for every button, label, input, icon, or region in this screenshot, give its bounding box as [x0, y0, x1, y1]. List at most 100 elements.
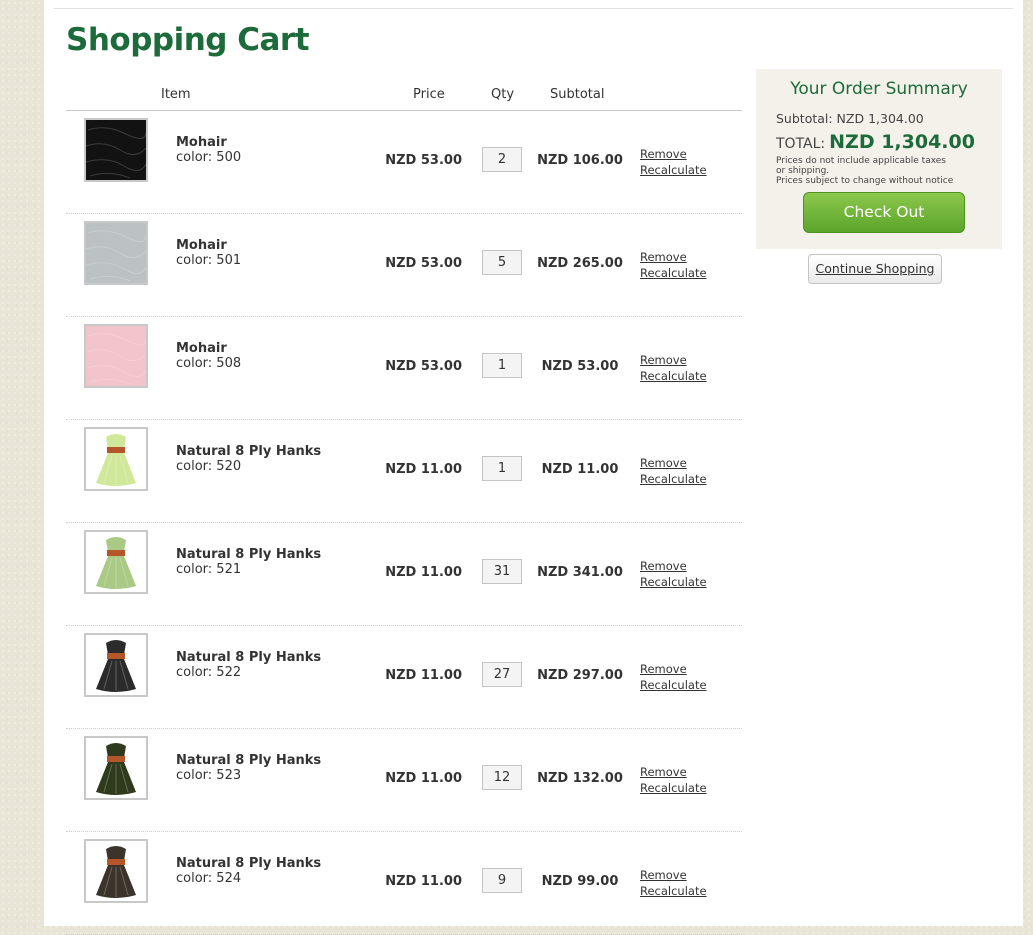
product-color: color: 521 — [176, 562, 242, 577]
product-thumbnail[interactable] — [84, 427, 148, 491]
product-thumbnail[interactable] — [84, 221, 148, 285]
product-color: color: 520 — [176, 459, 242, 474]
yarn-hank-image — [86, 429, 146, 489]
recalculate-link[interactable]: Recalculate — [640, 163, 707, 177]
cart-rows: Mohair color: 500 NZD 53.00 2 NZD 106.00… — [66, 111, 742, 935]
continue-shopping-button[interactable]: Continue Shopping — [808, 254, 942, 284]
quantity-input[interactable]: 31 — [482, 559, 522, 584]
quantity-input[interactable]: 1 — [482, 353, 522, 378]
recalculate-link[interactable]: Recalculate — [640, 472, 707, 486]
quantity-input[interactable]: 9 — [482, 868, 522, 893]
recalculate-link[interactable]: Recalculate — [640, 266, 707, 280]
product-name[interactable]: Natural 8 Ply Hanks — [176, 650, 321, 665]
product-price: NZD 11.00 — [385, 462, 462, 477]
cart-row: Natural 8 Ply Hanks color: 523 NZD 11.00… — [66, 729, 742, 832]
quantity-input[interactable]: 2 — [482, 147, 522, 172]
product-name[interactable]: Mohair — [176, 135, 227, 150]
cart-row: Natural 8 Ply Hanks color: 524 NZD 11.00… — [66, 832, 742, 935]
recalculate-link[interactable]: Recalculate — [640, 678, 707, 692]
product-name[interactable]: Mohair — [176, 341, 227, 356]
yarn-hank-image — [86, 532, 146, 592]
recalculate-link[interactable]: Recalculate — [640, 575, 707, 589]
row-subtotal: NZD 265.00 — [537, 256, 623, 271]
recalculate-link[interactable]: Recalculate — [640, 781, 707, 795]
remove-link[interactable]: Remove — [640, 868, 687, 882]
header-item: Item — [161, 87, 191, 102]
remove-link[interactable]: Remove — [640, 250, 687, 264]
quantity-input[interactable]: 5 — [482, 250, 522, 275]
product-price: NZD 11.00 — [385, 668, 462, 683]
row-subtotal: NZD 106.00 — [537, 153, 623, 168]
remove-link[interactable]: Remove — [640, 353, 687, 367]
cart-row: Natural 8 Ply Hanks color: 522 NZD 11.00… — [66, 626, 742, 729]
mohair-swatch-image — [86, 120, 146, 180]
product-price: NZD 11.00 — [385, 874, 462, 889]
summary-tax-note: Prices do not include applicable taxes o… — [776, 156, 946, 176]
page-content: Shopping Cart Item Price Qty Subtotal Mo… — [44, 0, 1023, 935]
product-price: NZD 11.00 — [385, 771, 462, 786]
cart-header: Item Price Qty Subtotal — [66, 80, 742, 111]
product-color: color: 523 — [176, 768, 242, 783]
row-subtotal: NZD 11.00 — [541, 462, 619, 477]
product-name[interactable]: Mohair — [176, 238, 227, 253]
cart-row: Natural 8 Ply Hanks color: 521 NZD 11.00… — [66, 523, 742, 626]
row-subtotal: NZD 53.00 — [541, 359, 619, 374]
product-price: NZD 11.00 — [385, 565, 462, 580]
product-name[interactable]: Natural 8 Ply Hanks — [176, 444, 321, 459]
summary-title: Your Order Summary — [790, 79, 968, 99]
header-qty: Qty — [491, 87, 515, 102]
quantity-input[interactable]: 27 — [482, 662, 522, 687]
product-thumbnail[interactable] — [84, 530, 148, 594]
product-color: color: 524 — [176, 871, 242, 886]
remove-link[interactable]: Remove — [640, 147, 687, 161]
product-thumbnail[interactable] — [84, 118, 148, 182]
product-price: NZD 53.00 — [385, 359, 462, 374]
remove-link[interactable]: Remove — [640, 456, 687, 470]
product-name[interactable]: Natural 8 Ply Hanks — [176, 753, 321, 768]
quantity-input[interactable]: 1 — [482, 456, 522, 481]
cart-row: Mohair color: 508 NZD 53.00 1 NZD 53.00 … — [66, 317, 742, 420]
yarn-hank-image — [86, 738, 146, 798]
cart-row: Mohair color: 500 NZD 53.00 2 NZD 106.00… — [66, 111, 742, 214]
product-color: color: 522 — [176, 665, 242, 680]
product-thumbnail[interactable] — [84, 324, 148, 388]
row-subtotal: NZD 132.00 — [537, 771, 623, 786]
remove-link[interactable]: Remove — [640, 765, 687, 779]
row-subtotal: NZD 99.00 — [541, 874, 619, 889]
cart-row: Natural 8 Ply Hanks color: 520 NZD 11.00… — [66, 420, 742, 523]
remove-link[interactable]: Remove — [640, 662, 687, 676]
product-color: color: 500 — [176, 150, 242, 165]
checkout-button[interactable]: Check Out — [803, 192, 965, 233]
product-name[interactable]: Natural 8 Ply Hanks — [176, 856, 321, 871]
row-subtotal: NZD 341.00 — [537, 565, 623, 580]
product-price: NZD 53.00 — [385, 153, 462, 168]
summary-total: TOTAL: NZD 1,304.00 — [776, 131, 975, 153]
cart-table: Item Price Qty Subtotal Mohair color: 50… — [66, 80, 742, 935]
yarn-hank-image — [86, 841, 146, 901]
product-color: color: 501 — [176, 253, 242, 268]
recalculate-link[interactable]: Recalculate — [640, 884, 707, 898]
mohair-swatch-image — [86, 223, 146, 283]
product-thumbnail[interactable] — [84, 736, 148, 800]
product-thumbnail[interactable] — [84, 633, 148, 697]
summary-subtotal: Subtotal: NZD 1,304.00 — [776, 111, 924, 126]
mohair-swatch-image — [86, 326, 146, 386]
product-color: color: 508 — [176, 356, 242, 371]
recalculate-link[interactable]: Recalculate — [640, 369, 707, 383]
remove-link[interactable]: Remove — [640, 559, 687, 573]
row-subtotal: NZD 297.00 — [537, 668, 623, 683]
summary-price-note: Prices subject to change without notice — [776, 176, 954, 186]
cart-row: Mohair color: 501 NZD 53.00 5 NZD 265.00… — [66, 214, 742, 317]
summary-total-value: NZD 1,304.00 — [829, 131, 975, 153]
product-name[interactable]: Natural 8 Ply Hanks — [176, 547, 321, 562]
product-thumbnail[interactable] — [84, 839, 148, 903]
order-summary: Your Order Summary Subtotal: NZD 1,304.0… — [756, 69, 1002, 249]
header-price: Price — [413, 87, 445, 102]
top-divider — [54, 8, 1013, 9]
quantity-input[interactable]: 12 — [482, 765, 522, 790]
summary-total-label: TOTAL: — [776, 136, 826, 152]
yarn-hank-image — [86, 635, 146, 695]
product-price: NZD 53.00 — [385, 256, 462, 271]
page-title: Shopping Cart — [66, 22, 310, 58]
header-subtotal: Subtotal — [550, 87, 605, 102]
